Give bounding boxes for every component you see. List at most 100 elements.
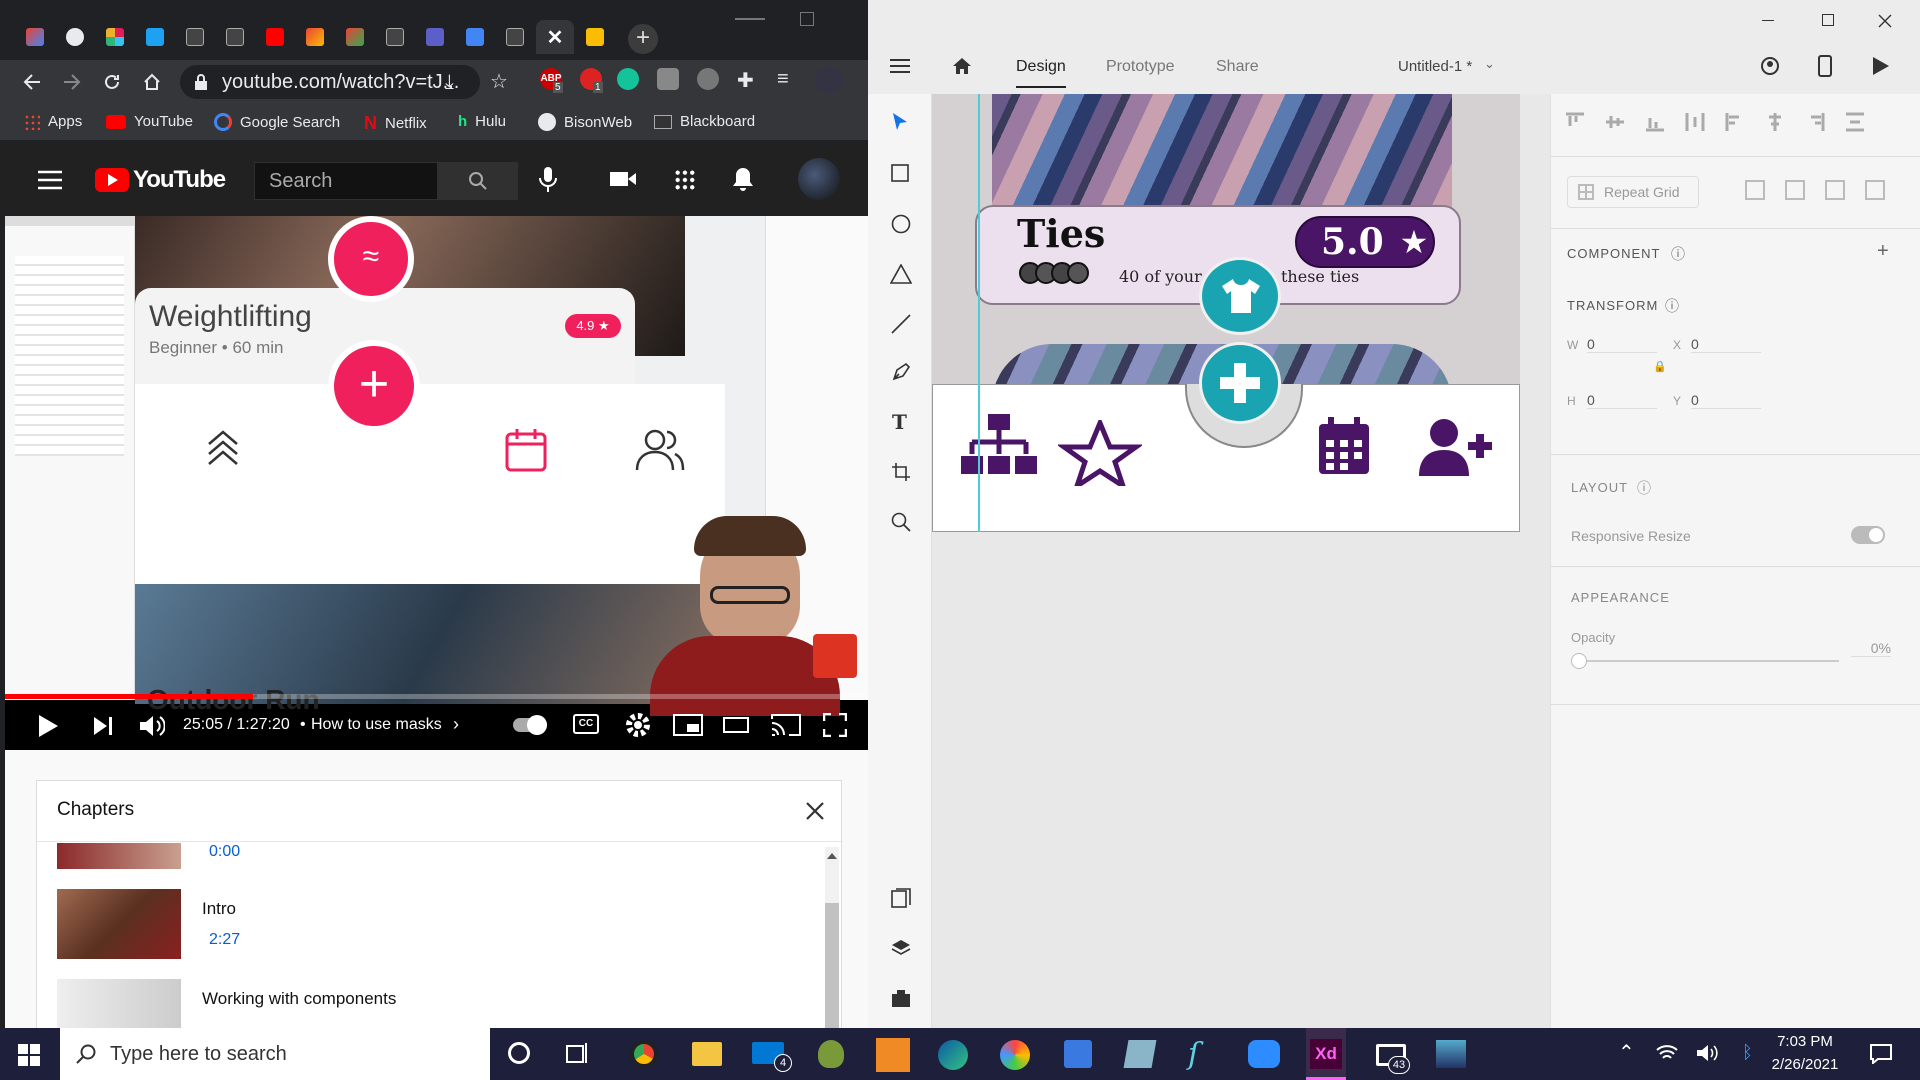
bluetooth-icon[interactable]: ᛒ (1742, 1042, 1753, 1063)
calendar-app-icon[interactable] (1064, 1040, 1092, 1068)
rectangle-tool-icon[interactable] (891, 164, 909, 182)
subtract-icon[interactable] (1785, 180, 1805, 200)
close-chapters-icon[interactable] (805, 801, 825, 821)
tab-gmail[interactable] (16, 20, 54, 54)
plugins-panel-icon[interactable] (891, 988, 911, 1008)
youtube-logo[interactable]: YouTube (95, 166, 226, 194)
chapter-thumbnail-2[interactable] (57, 889, 181, 959)
bookmark-star-icon[interactable]: ☆ (490, 65, 508, 99)
tab-gmail-2[interactable] (296, 20, 334, 54)
wifi-icon[interactable] (1656, 1044, 1678, 1062)
puzzle-icon[interactable]: ✚ (737, 68, 754, 93)
add-icon[interactable] (1745, 180, 1765, 200)
progress-track[interactable] (5, 694, 868, 699)
info-icon[interactable]: ⓘ (1665, 296, 1679, 316)
xd-menu-icon[interactable] (890, 58, 910, 74)
line-tool-icon[interactable] (891, 314, 911, 334)
bookmark-youtube[interactable]: YouTube (106, 113, 193, 130)
pen-tool-icon[interactable] (891, 362, 911, 382)
xd-minimize-button[interactable] (1762, 20, 1774, 21)
play-icon[interactable] (37, 714, 59, 738)
windows-start-icon[interactable] (18, 1044, 40, 1066)
align-top-icon[interactable] (1565, 112, 1585, 132)
align-left-icon[interactable] (1725, 112, 1745, 132)
opacity-field[interactable]: 0% (1851, 640, 1891, 657)
text-tool-icon[interactable]: T (892, 410, 907, 434)
cortana-icon[interactable] (508, 1042, 530, 1064)
new-tab-button[interactable]: + (628, 24, 658, 54)
xd-close-icon[interactable] (1878, 14, 1892, 28)
fullscreen-icon[interactable] (823, 713, 847, 737)
autoplay-toggle[interactable] (513, 715, 547, 735)
align-center-icon[interactable] (1765, 112, 1785, 132)
clock-date[interactable]: 2/26/2021 (1760, 1056, 1850, 1073)
cast-icon[interactable] (771, 713, 801, 737)
tab-blackboard-4[interactable] (496, 20, 534, 54)
y-field[interactable]: 0 (1691, 392, 1761, 409)
reload-icon[interactable] (102, 72, 122, 92)
chrome-app-icon[interactable] (630, 1040, 658, 1068)
next-icon[interactable] (93, 716, 113, 736)
exclude-icon[interactable] (1865, 180, 1885, 200)
bookmark-hulu[interactable]: h Hulu (458, 113, 506, 130)
chapter-time-2[interactable]: 2:27 (209, 931, 240, 949)
clock-time[interactable]: 7:03 PM (1760, 1033, 1850, 1050)
current-chapter[interactable]: How to use masks (311, 716, 442, 734)
tab-gmail-3[interactable] (336, 20, 374, 54)
zoom-app-icon[interactable] (1248, 1040, 1280, 1068)
bookmark-apps[interactable]: Apps (24, 113, 82, 130)
youtube-search-button[interactable] (438, 162, 518, 200)
close-icon[interactable]: ✕ (547, 25, 564, 50)
tab-design[interactable]: Design (1016, 58, 1066, 76)
x-field[interactable]: 0 (1691, 336, 1761, 353)
tab-app[interactable] (136, 20, 174, 54)
video-player[interactable]: Weightlifting Beginner • 60 min 4.9 ★ ≈ … (5, 216, 868, 750)
assets-panel-icon[interactable] (891, 888, 911, 908)
url-bar[interactable]: youtube.com/watch?v=tJ... ⤓ ☆ (180, 65, 508, 99)
home-icon[interactable] (142, 72, 162, 92)
select-tool-icon[interactable] (892, 112, 908, 132)
app-s-icon[interactable]: ſ (1188, 1040, 1214, 1070)
media-control-icon[interactable]: ≡ (777, 68, 789, 91)
tab-blackboard-2[interactable] (216, 20, 254, 54)
extension-3-icon[interactable] (697, 68, 719, 90)
tab-docs[interactable] (456, 20, 494, 54)
xd-maximize-button[interactable] (1822, 14, 1834, 26)
calendar-icon[interactable] (1318, 416, 1370, 476)
add-component-icon[interactable]: + (1877, 240, 1889, 263)
doc-chevron-down-icon[interactable]: ⌄ (1484, 56, 1495, 72)
intersect-icon[interactable] (1825, 180, 1845, 200)
miniplayer-icon[interactable] (673, 714, 703, 736)
add-button[interactable] (1199, 342, 1281, 424)
account-avatar[interactable] (798, 158, 840, 200)
maximize-button[interactable] (800, 12, 814, 26)
shirt-button[interactable] (1199, 257, 1281, 335)
forward-icon[interactable] (62, 72, 82, 92)
menu-icon[interactable] (38, 170, 62, 190)
xd-home-icon[interactable] (952, 56, 972, 76)
chapter-thumbnail-1[interactable] (57, 843, 181, 869)
invite-user-icon[interactable] (1760, 56, 1782, 78)
chapter-thumbnail-3[interactable] (57, 979, 181, 1029)
polygon-tool-icon[interactable] (890, 264, 912, 284)
install-icon[interactable]: ⤓ (445, 65, 454, 99)
sitemap-icon[interactable] (960, 412, 1038, 478)
lock-aspect-icon[interactable]: 🔒 (1653, 360, 1667, 373)
subscribe-watermark[interactable] (813, 634, 857, 678)
add-user-icon[interactable] (1418, 418, 1494, 478)
task-view-icon[interactable] (566, 1042, 590, 1064)
apps-icon[interactable] (674, 169, 696, 191)
info-icon[interactable]: ⓘ (1671, 244, 1685, 264)
favorites-star-icon[interactable] (1058, 420, 1142, 486)
file-explorer-icon[interactable] (692, 1042, 722, 1066)
theater-mode-icon[interactable] (723, 717, 749, 733)
layers-panel-icon[interactable] (891, 938, 911, 958)
captions-icon[interactable]: CC (573, 714, 599, 734)
edge-icon[interactable] (938, 1040, 968, 1070)
device-preview-icon[interactable] (1818, 55, 1832, 77)
opacity-slider[interactable] (1571, 653, 1839, 669)
bookmark-netflix[interactable]: N Netflix (364, 113, 427, 134)
sublime-icon[interactable] (876, 1038, 910, 1072)
taskbar-search-box[interactable]: Type here to search (60, 1028, 490, 1080)
ellipse-tool-icon[interactable] (891, 214, 911, 234)
